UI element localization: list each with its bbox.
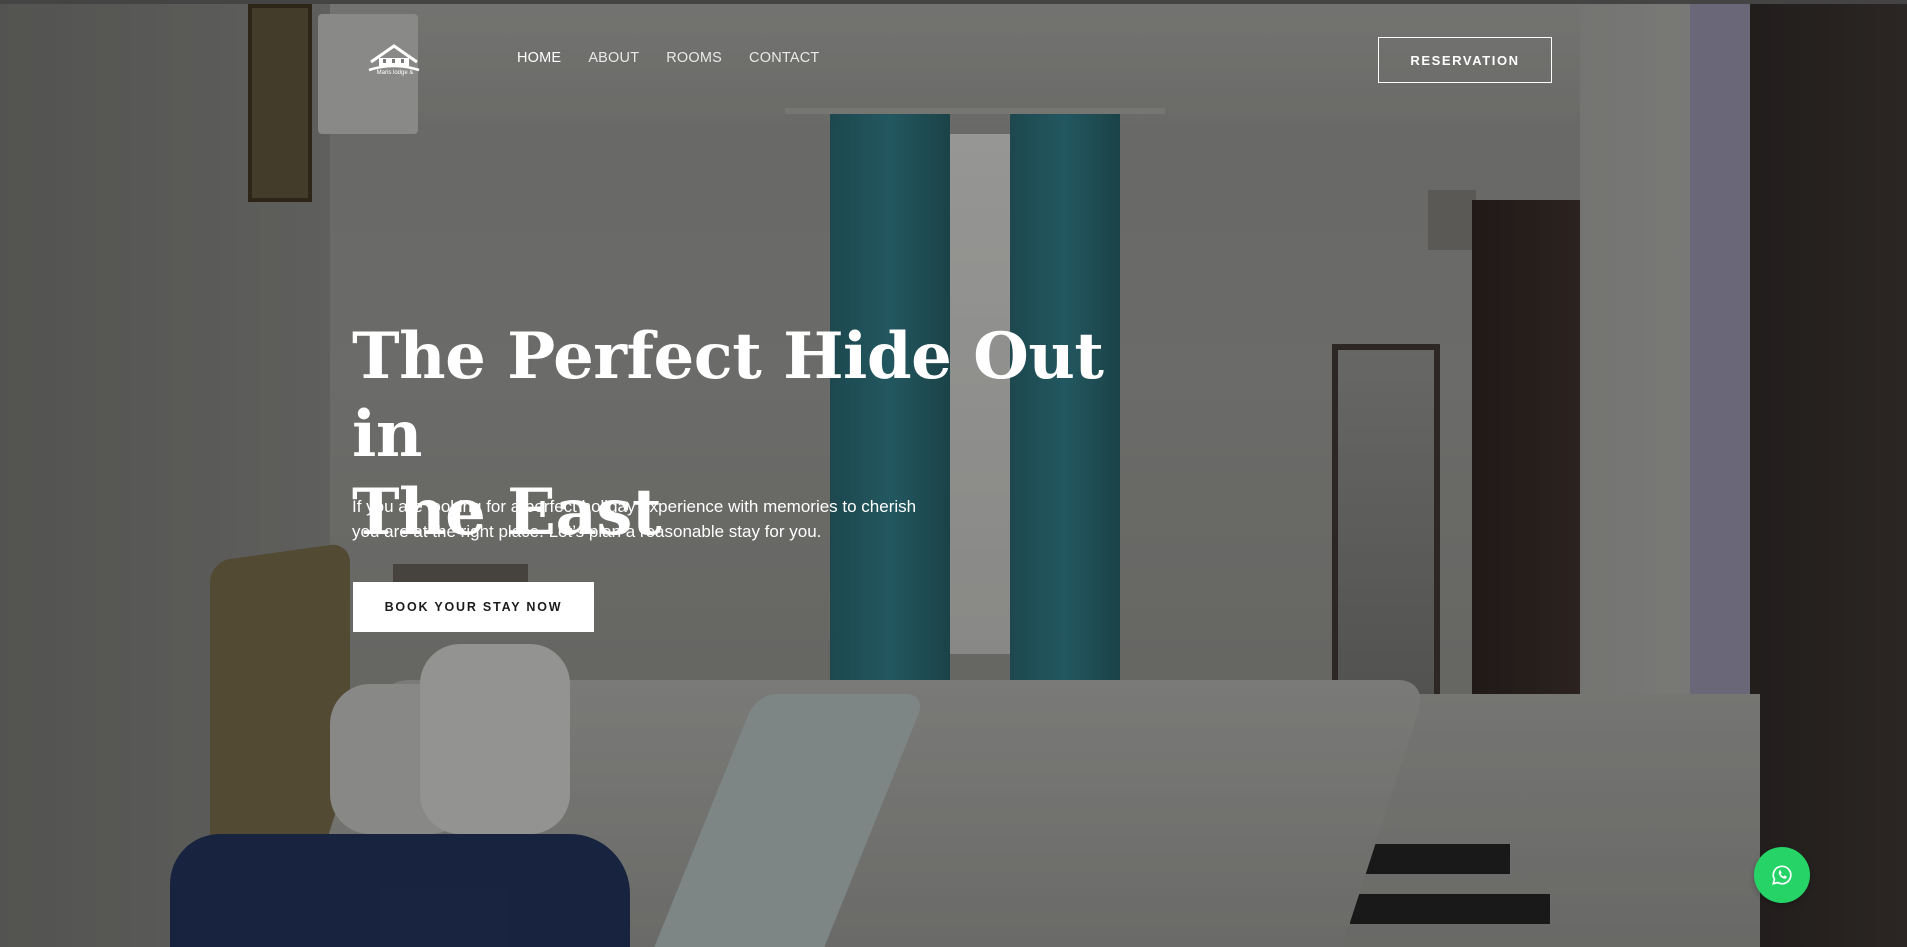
whatsapp-button[interactable] — [1754, 847, 1810, 903]
whatsapp-icon — [1772, 865, 1792, 885]
nav-contact[interactable]: CONTACT — [749, 50, 819, 66]
book-stay-button[interactable]: BOOK YOUR STAY NOW — [353, 582, 594, 632]
logo-text: Maris lodge & — [376, 70, 414, 76]
nav-rooms[interactable]: ROOMS — [666, 50, 722, 66]
main-nav: HOME ABOUT ROOMS CONTACT — [517, 50, 819, 66]
hero-subtitle: If you are looking for a perfect holiday… — [352, 497, 917, 541]
nav-home[interactable]: HOME — [517, 50, 561, 66]
reservation-button[interactable]: RESERVATION — [1378, 37, 1552, 83]
hero-title-line-1: The Perfect Hide Out in — [352, 319, 1104, 472]
window-top-bar — [0, 0, 1907, 4]
nav-about[interactable]: ABOUT — [588, 50, 639, 66]
